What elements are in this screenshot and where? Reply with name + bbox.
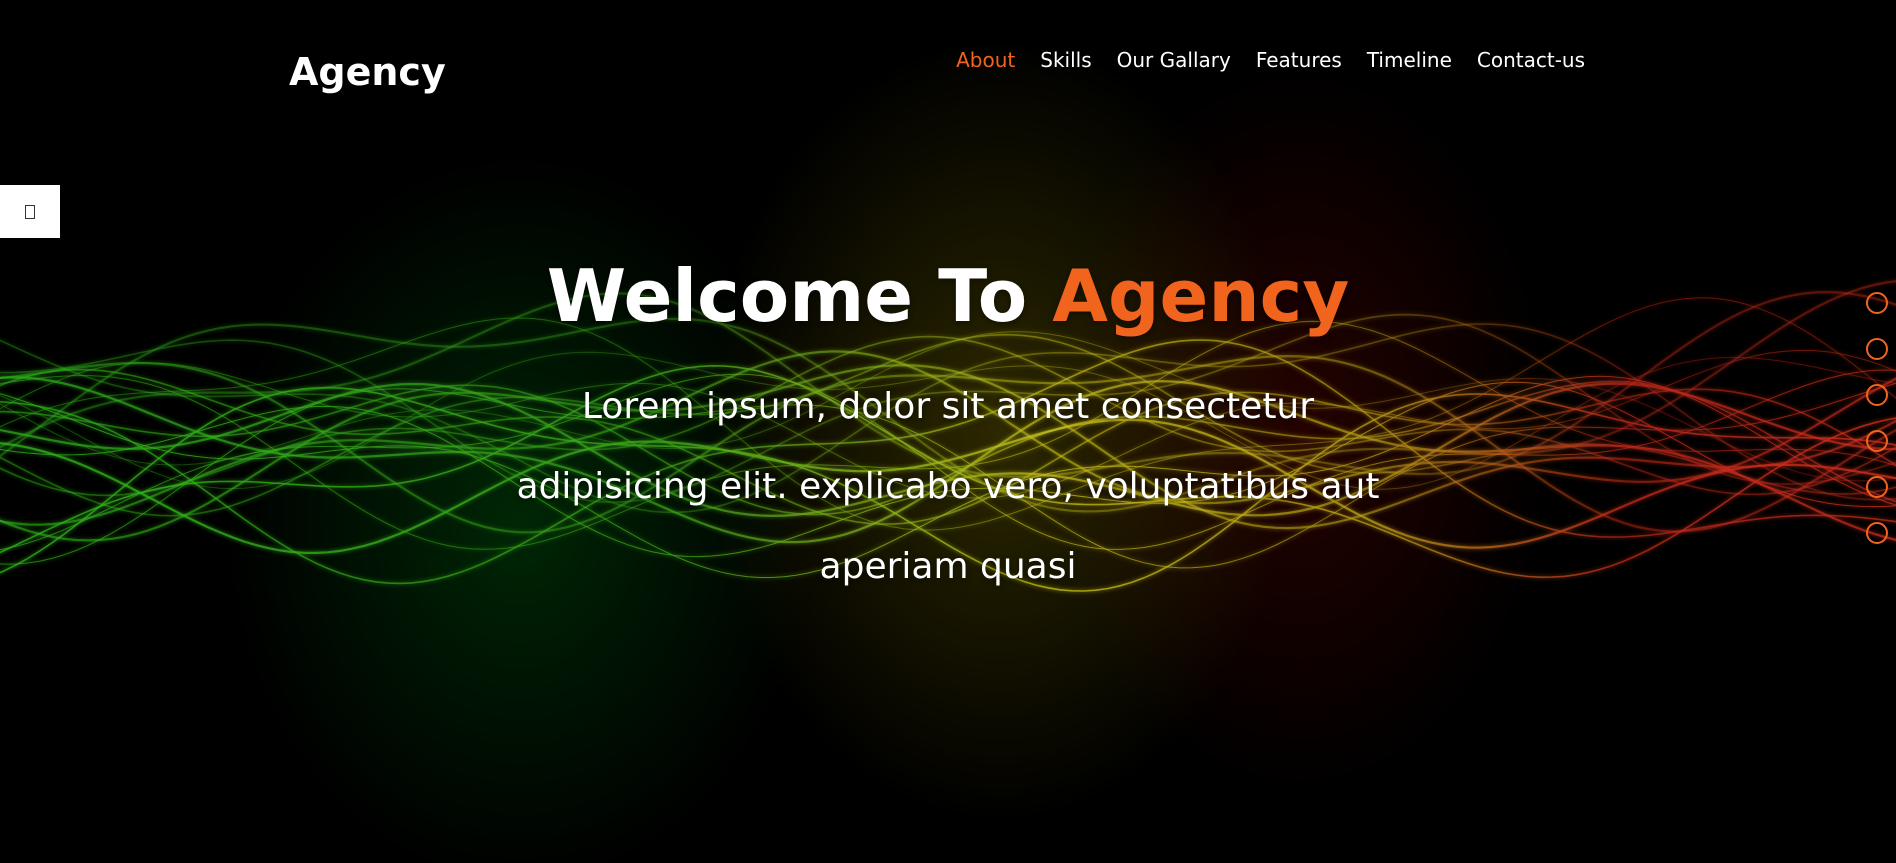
bullet-gallery[interactable] bbox=[1866, 384, 1888, 406]
bullet-features[interactable] bbox=[1866, 430, 1888, 452]
nav-item-skills[interactable]: Skills bbox=[1040, 48, 1091, 72]
settings-toggle-button[interactable] bbox=[0, 185, 60, 238]
bullet-contact[interactable] bbox=[1866, 522, 1888, 544]
main-nav: About Skills Our Gallary Features Timeli… bbox=[956, 48, 1585, 72]
navbar: Agency About Skills Our Gallary Features… bbox=[0, 0, 1896, 130]
nav-item-contact[interactable]: Contact-us bbox=[1477, 48, 1585, 72]
hero-title-accent: Agency bbox=[1052, 254, 1350, 338]
nav-item-about[interactable]: About bbox=[956, 48, 1015, 72]
bullet-skills[interactable] bbox=[1866, 338, 1888, 360]
page: Agency About Skills Our Gallary Features… bbox=[0, 0, 1896, 863]
bullet-about[interactable] bbox=[1866, 292, 1888, 314]
nav-item-timeline[interactable]: Timeline bbox=[1367, 48, 1452, 72]
brand-logo[interactable]: Agency bbox=[289, 50, 446, 94]
bullet-timeline[interactable] bbox=[1866, 476, 1888, 498]
gear-icon bbox=[25, 204, 35, 219]
nav-item-features[interactable]: Features bbox=[1256, 48, 1342, 72]
hero-title: Welcome To Agency bbox=[0, 260, 1896, 332]
hero-text: Lorem ipsum, dolor sit amet consectetur … bbox=[516, 386, 1380, 587]
nav-item-gallery[interactable]: Our Gallary bbox=[1117, 48, 1231, 72]
hero-title-prefix: Welcome To bbox=[546, 254, 1028, 338]
section-bullets bbox=[1866, 292, 1888, 544]
hero-section: Welcome To Agency Lorem ipsum, dolor sit… bbox=[0, 260, 1896, 607]
